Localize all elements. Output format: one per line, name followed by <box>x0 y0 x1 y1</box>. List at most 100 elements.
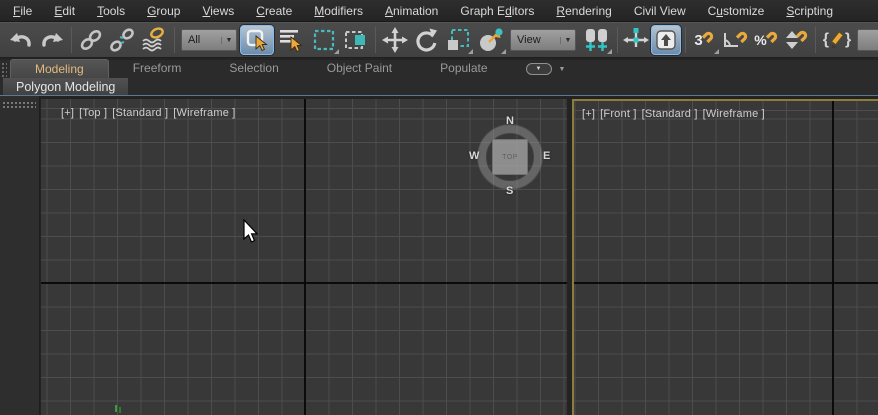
toolbar-separator <box>174 27 175 53</box>
viewcube-top-face[interactable]: TOP <box>492 139 528 175</box>
menu-file[interactable]: File <box>2 1 43 21</box>
pencil-icon <box>829 31 845 49</box>
polygon-modeling-panel-tab[interactable]: Polygon Modeling <box>3 78 128 95</box>
move-icon <box>382 27 408 53</box>
select-object-icon <box>245 28 269 52</box>
spinner-snap-toggle-button[interactable] <box>783 25 811 55</box>
toolbar-separator <box>71 27 72 53</box>
ribbon-minimize-icon: ▼ <box>526 63 552 75</box>
menu-tools[interactable]: Tools <box>86 1 136 21</box>
viewport-top[interactable]: [+] [Top ] [Standard ] [Wireframe ] TOP N E… <box>41 99 567 415</box>
ribbon-minimize-control[interactable]: ▼ ▼ <box>526 63 566 75</box>
magnet-icon <box>701 29 716 44</box>
compass-west[interactable]: W <box>469 150 479 162</box>
select-and-link-button[interactable] <box>76 25 106 55</box>
ribbon-tab-selection[interactable]: Selection <box>205 59 302 78</box>
bind-to-space-warp-button[interactable] <box>138 25 170 55</box>
menu-create[interactable]: Create <box>245 1 303 21</box>
chevron-down-icon: ▼ <box>221 37 236 44</box>
menu-rendering[interactable]: Rendering <box>545 1 622 21</box>
percent-snap-toggle-button[interactable]: % <box>752 25 782 55</box>
ribbon-tab-bar: ModelingFreeformSelectionObject PaintPop… <box>0 60 878 78</box>
menu-group[interactable]: Group <box>136 1 191 21</box>
scale-icon <box>446 28 470 52</box>
world-axis-y <box>304 99 306 415</box>
menu-views[interactable]: Views <box>191 1 245 21</box>
snap-toggle-3d-button[interactable]: 3 <box>690 25 720 55</box>
toolbar-separator <box>815 27 816 53</box>
main-toolbar: All ▼ <box>0 22 878 58</box>
menu-modifiers[interactable]: Modifiers <box>303 1 374 21</box>
window-crossing-toggle-button[interactable] <box>341 25 371 55</box>
select-and-place-button[interactable] <box>475 25 507 55</box>
dock-drag-handle[interactable] <box>2 101 36 109</box>
window-crossing-icon <box>344 28 368 52</box>
viewport-menu-general[interactable]: [+] <box>61 107 74 119</box>
left-dock-panel <box>0 96 40 415</box>
viewport-menu-renderer[interactable]: [Standard ] <box>642 108 698 120</box>
3dsmax-window: FileEditToolsGroupViewsCreateModifiersAn… <box>0 0 878 415</box>
viewport-menu-shading[interactable]: [Wireframe ] <box>703 108 765 120</box>
menu-customize[interactable]: Customize <box>697 1 776 21</box>
coordinate-system-value: View <box>511 34 560 46</box>
select-and-scale-button[interactable] <box>442 25 474 55</box>
menu-edit[interactable]: Edit <box>43 1 86 21</box>
flyout-corner-icon <box>334 49 339 54</box>
use-pivot-point-center-button[interactable] <box>579 25 613 55</box>
compass-east[interactable]: E <box>543 150 550 162</box>
compass-north[interactable]: N <box>506 115 514 127</box>
ribbon-tab-populate[interactable]: Populate <box>416 59 511 78</box>
magnet-icon <box>765 29 780 44</box>
reference-coordinate-system-dropdown[interactable]: View ▼ <box>510 29 576 51</box>
keyboard-shortcut-override-toggle[interactable] <box>651 25 681 55</box>
menu-graph-editors[interactable]: Graph Editors <box>449 1 545 21</box>
selection-filter-dropdown[interactable]: All ▼ <box>181 29 237 51</box>
viewport-front[interactable]: [+] [Front ] [Standard ] [Wireframe ] <box>572 99 878 415</box>
ribbon-panel-row: Polygon Modeling <box>0 78 878 95</box>
select-by-name-button[interactable] <box>275 25 307 55</box>
space-warp-icon <box>140 27 168 53</box>
manipulate-icon <box>623 27 649 53</box>
world-axis-x <box>41 282 567 284</box>
flyout-corner-icon <box>714 49 719 54</box>
menu-animation[interactable]: Animation <box>374 1 449 21</box>
redo-button[interactable] <box>37 25 67 55</box>
viewcube[interactable]: TOP N E S W <box>470 115 550 197</box>
viewport-top-label: [+] [Top ] [Standard ] [Wireframe ] <box>61 107 236 119</box>
compass-south[interactable]: S <box>506 185 513 197</box>
magnet-icon <box>735 29 750 44</box>
select-and-move-button[interactable] <box>380 25 410 55</box>
rectangular-selection-region-button[interactable] <box>308 25 340 55</box>
flyout-corner-icon <box>501 49 506 54</box>
viewport-menu-pov[interactable]: [Top ] <box>79 107 107 119</box>
menu-civil-view[interactable]: Civil View <box>623 1 697 21</box>
ribbon-tab-object-paint[interactable]: Object Paint <box>303 59 416 78</box>
viewport-menu-renderer[interactable]: [Standard ] <box>112 107 168 119</box>
broken-link-icon <box>109 27 135 53</box>
world-axis-x <box>574 282 878 284</box>
named-selection-sets-dropdown[interactable] <box>857 29 878 51</box>
world-axis-z <box>832 101 834 415</box>
ribbon-tab-modeling[interactable]: Modeling <box>10 59 109 78</box>
toolbar-separator <box>617 27 618 53</box>
flyout-corner-icon <box>607 49 612 54</box>
rectangular-region-icon <box>312 28 336 52</box>
menu-scripting[interactable]: Scripting <box>775 1 844 21</box>
select-and-manipulate-button[interactable] <box>622 25 650 55</box>
select-object-button[interactable] <box>240 25 274 55</box>
unlink-selection-button[interactable] <box>107 25 137 55</box>
toolbar-separator <box>375 27 376 53</box>
undo-button[interactable] <box>6 25 36 55</box>
scene-object-green[interactable] <box>113 405 123 415</box>
select-and-rotate-button[interactable] <box>411 25 441 55</box>
link-icon <box>78 27 104 53</box>
viewport-menu-general[interactable]: [+] <box>582 108 595 120</box>
viewport-menu-shading[interactable]: [Wireframe ] <box>173 107 235 119</box>
edit-named-selection-sets-button[interactable]: { } <box>820 25 854 55</box>
selection-filter-value: All <box>182 34 221 46</box>
viewport-menu-pov[interactable]: [Front ] <box>600 108 636 120</box>
viewport-area: [+] [Top ] [Standard ] [Wireframe ] TOP N E… <box>0 96 878 415</box>
mouse-cursor <box>243 219 260 244</box>
ribbon-tab-freeform[interactable]: Freeform <box>109 59 206 78</box>
angle-snap-toggle-button[interactable] <box>721 25 751 55</box>
